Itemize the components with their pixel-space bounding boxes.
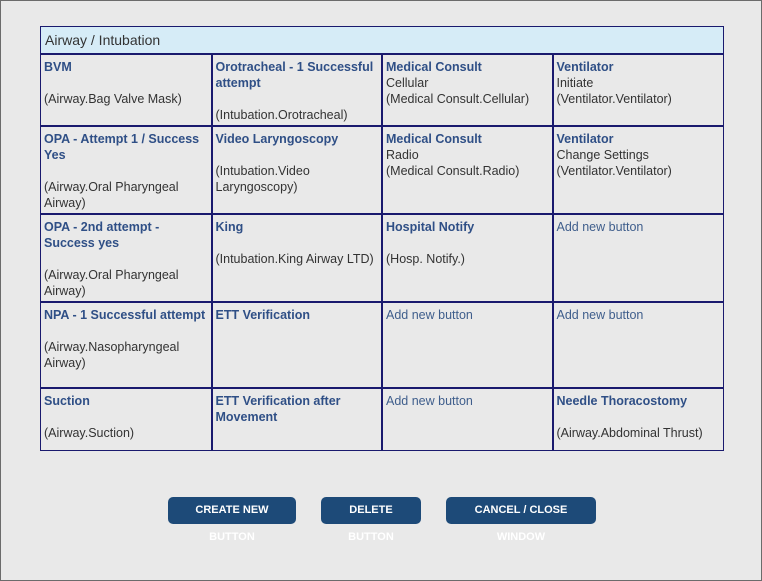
grid-cell[interactable]: Hospital Notify (Hosp. Notify.) [381,213,554,303]
grid-cell[interactable]: Add new button [381,387,554,450]
grid-cell[interactable]: ETT Verification [210,301,383,389]
protocol-subtitle: Change Settings [556,148,649,162]
protocol-button[interactable]: BVM (Airway.Bag Valve Mask) [44,59,208,107]
add-new-button-slot[interactable]: Add new button [557,307,721,323]
protocol-code: (Intubation.Orotracheal) [215,108,348,122]
grid-cell[interactable]: ETT Verification after Movement [210,387,383,450]
protocol-button[interactable]: Hospital Notify (Hosp. Notify.) [386,219,549,267]
protocol-button[interactable]: Orotracheal - 1 Successful attempt (Intub… [216,59,379,123]
protocol-code: (Medical Consult.Radio) [386,164,520,178]
grid-cell[interactable]: Add new button [551,213,723,303]
protocol-title: King [215,220,244,234]
protocol-title: Hospital Notify [386,220,475,234]
protocol-button[interactable]: Ventilator Initiate (Ventilator.Ventilator… [557,59,721,107]
delete-button[interactable]: DELETE BUTTON [321,497,421,543]
protocol-code: (Airway.Nasopharyngeal Airway) [44,340,180,370]
grid-cell[interactable]: Ventilator Change Settings (Ventilator.Ven… [551,125,723,215]
grid-row: OPA - Attempt 1 / Success Yes (Airway.Ora… [41,125,723,215]
add-new-button-label: Add new button [386,394,473,408]
cancel-close-window-button[interactable]: CANCEL / CLOSE WINDOW [446,497,596,543]
grid-cell[interactable]: BVM (Airway.Bag Valve Mask) [41,55,213,127]
protocol-code: (Airway.Suction) [44,426,135,440]
grid-cell[interactable]: OPA - Attempt 1 / Success Yes (Airway.Ora… [41,125,213,215]
grid-cell[interactable]: King (Intubation.King Airway LTD) [210,213,383,303]
protocol-subtitle: Initiate [556,76,594,90]
add-new-button-slot[interactable]: Add new button [557,219,721,235]
airway-intubation-panel: Airway / Intubation BVM (Airway.Bag Valve… [40,26,724,451]
protocol-title: Orotracheal - 1 Successful attempt [215,60,374,90]
add-new-button-slot[interactable]: Add new button [386,307,549,323]
protocol-title: Ventilator [556,132,614,146]
protocol-title: OPA - Attempt 1 / Success Yes [44,132,200,162]
grid-cell[interactable]: OPA - 2nd attempt - Success yes (Airway.O… [41,213,213,303]
grid-cell[interactable]: Needle Thoracostomy (Airway.Abdominal Thr… [551,387,723,450]
protocol-button[interactable]: Video Laryngoscopy (Intubation.Video Lary… [216,131,379,195]
protocol-title: Video Laryngoscopy [215,132,339,146]
protocol-button[interactable]: King (Intubation.King Airway LTD) [216,219,379,267]
grid-cell[interactable]: Medical Consult Radio (Medical Consult.Rad… [381,125,554,215]
add-new-button-label: Add new button [556,308,644,322]
add-new-button-label: Add new button [556,220,644,234]
protocol-button[interactable]: Needle Thoracostomy (Airway.Abdominal Thr… [557,393,721,441]
grid-cell[interactable]: Video Laryngoscopy (Intubation.Video Lary… [210,125,383,215]
protocol-title: Needle Thoracostomy [556,394,688,408]
protocol-button[interactable]: OPA - 2nd attempt - Success yes (Airway.O… [44,219,208,299]
button-grid: BVM (Airway.Bag Valve Mask) Orotracheal - … [41,55,723,450]
create-new-button[interactable]: CREATE NEW BUTTON [168,497,296,543]
grid-row: NPA - 1 Successful attempt (Airway.Nasoph… [41,301,723,389]
protocol-button[interactable]: Medical Consult Radio (Medical Consult.Rad… [386,131,549,179]
grid-row: OPA - 2nd attempt - Success yes (Airway.O… [41,213,723,303]
protocol-code: (Medical Consult.Cellular) [386,92,530,106]
protocol-button[interactable]: Ventilator Change Settings (Ventilator.Ven… [557,131,721,179]
protocol-title: ETT Verification [215,308,310,322]
protocol-code: (Hosp. Notify.) [386,252,465,266]
protocol-title: Ventilator [556,60,614,74]
protocol-code: (Airway.Oral Pharyngeal Airway) [44,180,179,210]
protocol-code: (Ventilator.Ventilator) [556,164,672,178]
protocol-title: ETT Verification after Movement [215,394,341,424]
grid-cell[interactable]: Medical Consult Cellular (Medical Consult.… [381,55,554,127]
protocol-title: Medical Consult [386,132,482,146]
grid-cell[interactable]: NPA - 1 Successful attempt (Airway.Nasoph… [41,301,213,389]
protocol-title: Suction [44,394,90,408]
protocol-code: (Intubation.Video Laryngoscopy) [215,164,310,194]
protocol-title: NPA - 1 Successful attempt [44,308,206,322]
protocol-code: (Ventilator.Ventilator) [556,92,672,106]
protocol-button[interactable]: ETT Verification [216,307,379,339]
protocol-button[interactable]: NPA - 1 Successful attempt (Airway.Nasoph… [44,307,208,371]
protocol-button[interactable]: Medical Consult Cellular (Medical Consult.… [386,59,549,107]
panel-title: Airway / Intubation [41,27,723,55]
protocol-title: BVM [44,60,72,74]
protocol-title: OPA - 2nd attempt - Success yes [44,220,160,250]
protocol-button[interactable]: OPA - Attempt 1 / Success Yes (Airway.Ora… [44,131,208,211]
protocol-code: (Airway.Oral Pharyngeal Airway) [44,268,179,298]
protocol-button[interactable]: Suction (Airway.Suction) [44,393,208,441]
grid-cell[interactable]: Ventilator Initiate (Ventilator.Ventilator… [551,55,723,127]
grid-row: Suction (Airway.Suction) ETT Verification … [41,387,723,450]
grid-cell[interactable]: Suction (Airway.Suction) [41,387,213,450]
protocol-title: Medical Consult [386,60,482,74]
protocol-code: (Intubation.King Airway LTD) [215,252,374,266]
grid-cell[interactable]: Add new button [551,301,723,389]
protocol-subtitle: Cellular [386,76,429,90]
protocol-code: (Airway.Abdominal Thrust) [556,426,703,440]
protocol-subtitle: Radio [386,148,419,162]
grid-cell[interactable]: Orotracheal - 1 Successful attempt (Intub… [210,55,383,127]
grid-cell[interactable]: Add new button [381,301,554,389]
grid-row: BVM (Airway.Bag Valve Mask) Orotracheal - … [41,55,723,127]
protocol-code: (Airway.Bag Valve Mask) [44,92,182,106]
add-new-button-label: Add new button [386,308,473,322]
protocol-button[interactable]: ETT Verification after Movement [216,393,379,425]
add-new-button-slot[interactable]: Add new button [386,393,549,409]
